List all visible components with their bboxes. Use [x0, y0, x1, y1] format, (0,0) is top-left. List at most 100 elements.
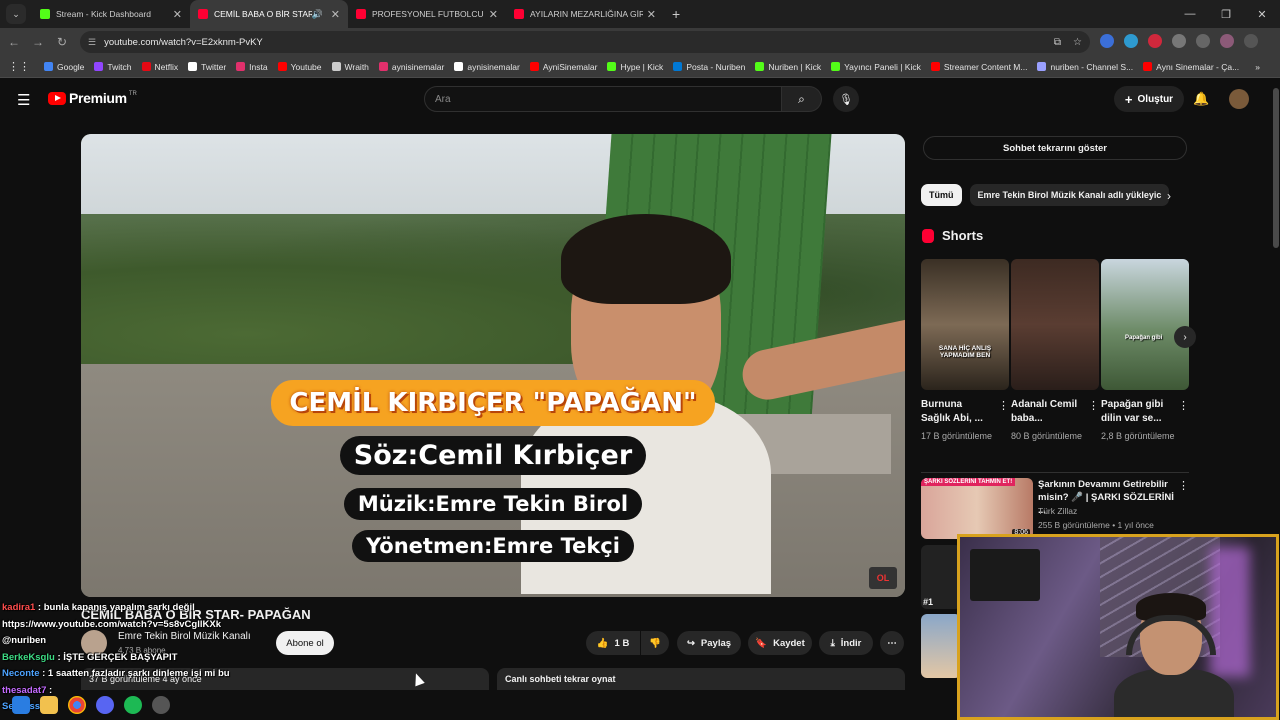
youtube-logo[interactable]: Premium TR	[48, 90, 137, 106]
close-tab-icon[interactable]: ✕	[331, 8, 340, 21]
minimize-icon[interactable]: —	[1172, 8, 1208, 20]
create-label: Oluştur	[1137, 93, 1174, 105]
more-vertical-icon[interactable]: ⋮	[1178, 399, 1189, 412]
voice-search-button[interactable]: 🎙	[833, 86, 859, 112]
bookmark-posta[interactable]: Posta - Nuriben	[673, 62, 745, 72]
dislike-button[interactable]: 👎	[641, 631, 669, 655]
share-icon: ↪	[686, 637, 695, 649]
short-card[interactable]: Papağan gibi Papağan gibi dilin var se..…	[1101, 259, 1189, 443]
file-explorer-icon[interactable]	[40, 696, 58, 714]
recommended-thumbnail[interactable]: #1	[921, 545, 961, 609]
like-button[interactable]: 👍 1 B	[586, 631, 640, 655]
search-input[interactable]: Ara	[424, 86, 782, 112]
bookmark-youtube[interactable]: Youtube	[277, 62, 322, 72]
live-chat-replay-button[interactable]: Canlı sohbeti tekrar oynat	[497, 668, 905, 690]
tab-ayilar[interactable]: AYILARIN MEZARLIĞINA GİRDİ ✕	[506, 0, 664, 28]
tab-cemil-baba[interactable]: CEMİL BABA O BİR STAR- PA 🔊 ✕	[190, 0, 348, 28]
discord-icon[interactable]	[96, 696, 114, 714]
site-info-icon[interactable]: ☰	[88, 37, 96, 48]
bookmark-nuriben-channel[interactable]: nuriben - Channel S...	[1037, 62, 1133, 72]
apps-icon[interactable]: ⋮⋮	[8, 60, 30, 73]
more-actions-button[interactable]: ⋯	[880, 631, 904, 655]
show-chat-replay-button[interactable]: Sohbet tekrarını göster	[923, 136, 1187, 160]
download-button[interactable]: ⤓ İndir	[819, 631, 873, 655]
share-button[interactable]: ↪ Paylaş	[677, 631, 741, 655]
save-button[interactable]: 🔖 Kaydet	[748, 631, 812, 655]
chevron-right-icon: ›	[1183, 331, 1187, 343]
tab-kick-dashboard[interactable]: Stream - Kick Dashboard ✕	[32, 0, 190, 28]
account-avatar[interactable]	[1229, 89, 1249, 109]
chip-uploader[interactable]: Emre Tekin Birol Müzik Kanalı adlı yükle…	[969, 184, 1170, 206]
search-button[interactable]: ⌕	[782, 86, 822, 112]
shorts-heading-text: Shorts	[942, 228, 984, 243]
youtube-icon	[930, 62, 940, 71]
subscribe-button[interactable]: Abone ol	[276, 631, 334, 655]
media-icon[interactable]	[1196, 34, 1210, 48]
bookmark-yayinci-paneli[interactable]: Yayıncı Paneli | Kick	[831, 62, 921, 72]
chip-all[interactable]: Tümü	[921, 184, 962, 206]
bookmark-ayni-sinemalar[interactable]: Aynı Sinemalar - Ça...	[1143, 62, 1239, 72]
cast-icon[interactable]: ⧉	[1054, 37, 1061, 48]
bookmark-aynisinemalar-ig[interactable]: aynisinemalar	[378, 62, 444, 72]
chevron-right-icon[interactable]: ›	[1167, 189, 1171, 203]
more-vertical-icon[interactable]: ⋮	[998, 399, 1009, 412]
more-vertical-icon[interactable]: ⋮	[1088, 399, 1099, 412]
bookmark-google[interactable]: Google	[44, 62, 84, 72]
chat-message: BerkeKsglu : İŞTE GERÇEK BAŞYAPIT	[2, 650, 230, 667]
extension-red-icon[interactable]	[1148, 34, 1162, 48]
bookmark-label: Netflix	[154, 61, 179, 72]
new-tab-button[interactable]: +	[672, 6, 680, 22]
shorts-next-button[interactable]: ›	[1174, 326, 1196, 348]
back-icon[interactable]: ←	[2, 35, 26, 49]
close-tab-icon[interactable]: ✕	[489, 8, 498, 21]
close-tab-icon[interactable]: ✕	[647, 8, 656, 21]
recommended-thumbnail[interactable]	[921, 614, 961, 678]
browser-menu-icon[interactable]	[1244, 34, 1258, 48]
bookmark-wraith[interactable]: Wraith	[331, 62, 369, 72]
bookmark-nuriben-kick[interactable]: Nuriben | Kick	[755, 62, 821, 72]
notifications-bell-icon[interactable]: 🔔	[1193, 91, 1209, 107]
forward-icon[interactable]: →	[26, 35, 50, 49]
bookmark-hype-kick[interactable]: Hype | Kick	[607, 62, 663, 72]
hamburger-menu-icon[interactable]: ☰	[17, 91, 30, 109]
more-bookmarks-icon[interactable]: »	[1255, 62, 1260, 72]
windows-start-icon[interactable]	[12, 696, 30, 714]
tab-futbolcu[interactable]: PROFESYONEL FUTBOLCU SEN ✕	[348, 0, 506, 28]
bookmark-netflix[interactable]: Netflix	[141, 61, 179, 72]
bookmark-twitch[interactable]: Twitch	[94, 62, 132, 72]
short-card[interactable]: SANA HİÇ ANLIŞ YAPMADIM BEN Burnuna Sağl…	[921, 259, 1009, 443]
bookmark-insta[interactable]: Insta	[236, 62, 268, 72]
short-thumbnail[interactable]: Papağan gibi	[1101, 259, 1189, 390]
bookmark-twitter[interactable]: Twitter	[188, 62, 226, 72]
caption-music-text: Müzik:Emre Tekin Birol	[343, 488, 643, 520]
spotify-icon[interactable]	[124, 696, 142, 714]
extension-shield-icon[interactable]	[1100, 34, 1114, 48]
more-vertical-icon[interactable]: ⋮	[1178, 479, 1189, 492]
bookmark-streamer-content[interactable]: Streamer Content M...	[930, 62, 1027, 72]
recommended-channel[interactable]: Türk Zillaz	[1038, 506, 1077, 516]
bookmark-aynisinemalar-yt[interactable]: AyniSinemalar	[529, 62, 597, 72]
bookmark-star-icon[interactable]: ☆	[1073, 37, 1082, 48]
short-card[interactable]: Adanalı Cemil baba... 80 B görüntüleme ⋮	[1011, 259, 1099, 443]
short-title: Papağan gibi dilin var se...	[1101, 399, 1164, 424]
restore-icon[interactable]: ❐	[1208, 8, 1244, 21]
tab-search-button[interactable]: ⌄	[6, 4, 26, 24]
headphones-icon	[1126, 615, 1216, 655]
bookmark-aynisinemalar-x[interactable]: aynisinemalar	[454, 62, 520, 72]
scrollbar-thumb[interactable]	[1273, 88, 1279, 248]
extension-globe-icon[interactable]	[1124, 34, 1138, 48]
reload-icon[interactable]: ↻	[50, 35, 74, 49]
close-window-icon[interactable]: ✕	[1244, 8, 1280, 21]
url-field[interactable]: ☰ youtube.com/watch?v=E2xknm-PvKY ⧉ ☆	[80, 31, 1090, 53]
chrome-icon[interactable]	[68, 696, 86, 714]
app-icon[interactable]	[152, 696, 170, 714]
short-thumbnail[interactable]	[1011, 259, 1099, 390]
create-button[interactable]: + Oluştur	[1114, 86, 1184, 112]
close-tab-icon[interactable]: ✕	[173, 8, 182, 21]
short-thumbnail[interactable]: SANA HİÇ ANLIŞ YAPMADIM BEN	[921, 259, 1009, 390]
recommended-thumbnail[interactable]: ŞARKI SÖZLERİNİ TAHMİN ET! 8:06	[921, 478, 1033, 539]
profile-icon[interactable]	[1220, 34, 1234, 48]
speaker-icon[interactable]: 🔊	[312, 9, 323, 20]
extensions-puzzle-icon[interactable]	[1172, 34, 1186, 48]
video-player[interactable]: CEMİL KIRBIÇER "PAPAĞAN" Söz:Cemil Kırbi…	[81, 134, 905, 597]
